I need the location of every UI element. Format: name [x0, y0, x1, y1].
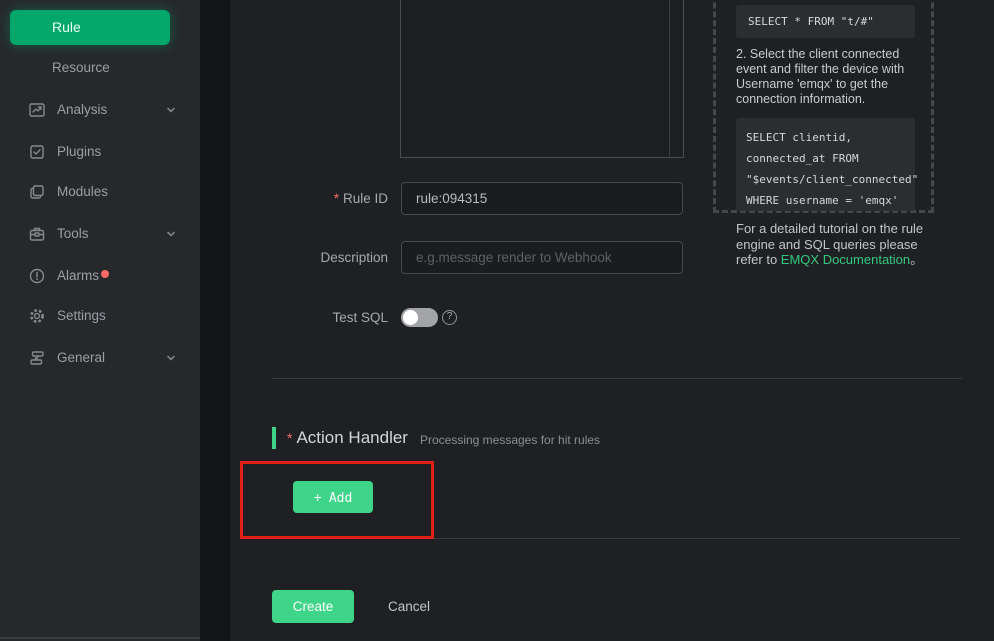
- sidebar-item-label: Settings: [57, 302, 106, 330]
- code-line: SELECT clientid,: [746, 127, 905, 148]
- sidebar-item-label: General: [57, 344, 105, 372]
- create-button[interactable]: Create: [272, 590, 354, 623]
- sidebar-item-settings[interactable]: Settings: [0, 302, 200, 330]
- stack-icon: [28, 349, 46, 367]
- code-line: "$events/client_connected": [746, 169, 905, 190]
- chevron-down-icon: [166, 353, 176, 363]
- sidebar-item-label: Analysis: [57, 96, 107, 124]
- sql-examples-panel: SELECT * FROM "t/#" 2. Select the client…: [713, 0, 934, 213]
- description-input[interactable]: [401, 241, 683, 274]
- sidebar-item-label: Modules: [57, 178, 108, 206]
- description-label: Description: [230, 241, 388, 274]
- sidebar-item-label: Tools: [57, 220, 89, 248]
- alarm-badge: [101, 270, 109, 278]
- test-sql-toggle[interactable]: [401, 308, 438, 327]
- gear-icon: [28, 307, 46, 325]
- action-handler-header: * Action Handler Processing messages for…: [272, 426, 600, 450]
- section-subtitle: Processing messages for hit rules: [420, 429, 600, 447]
- sidebar: Rule Resource Analysis Plugins Modules: [0, 0, 200, 641]
- emqx-documentation-link[interactable]: EMQX Documentation: [781, 252, 910, 267]
- section-title: Action Handler: [296, 428, 408, 448]
- chart-icon: [28, 101, 46, 119]
- sql-editor[interactable]: [400, 0, 684, 158]
- chevron-down-icon: [166, 105, 176, 115]
- copy-icon: [28, 183, 46, 201]
- test-sql-label: Test SQL: [230, 301, 388, 334]
- editor-scrollbar-track: [669, 0, 670, 157]
- toggle-knob: [403, 310, 418, 325]
- code-line: WHERE username = 'emqx': [746, 190, 905, 211]
- sidebar-item-plugins[interactable]: Plugins: [0, 138, 200, 166]
- required-mark: *: [334, 191, 339, 206]
- sidebar-item-modules[interactable]: Modules: [0, 178, 200, 206]
- sidebar-item-tools[interactable]: Tools: [0, 220, 200, 248]
- documentation-note: For a detailed tutorial on the rule engi…: [736, 221, 932, 268]
- checkbox-icon: [28, 143, 46, 161]
- sidebar-item-resource[interactable]: Resource: [0, 54, 200, 82]
- sidebar-item-analysis[interactable]: Analysis: [0, 96, 200, 124]
- plus-icon: +: [314, 489, 322, 505]
- rule-id-label: *Rule ID: [230, 182, 388, 215]
- sql-example-tip: 2. Select the client connected event and…: [736, 47, 920, 107]
- sql-example-event: SELECT clientid, connected_at FROM "$eve…: [736, 118, 915, 211]
- section-divider-bottom: [272, 538, 960, 539]
- sidebar-item-general[interactable]: General: [0, 344, 200, 372]
- required-mark: *: [287, 430, 292, 446]
- add-action-button[interactable]: +Add: [293, 481, 373, 513]
- sidebar-item-label: Resource: [52, 54, 110, 82]
- code-line: connected_at FROM: [746, 148, 905, 169]
- section-accent-bar: [272, 427, 276, 449]
- section-divider-top: [272, 378, 962, 379]
- rule-id-input[interactable]: [401, 182, 683, 215]
- toolbox-icon: [28, 225, 46, 243]
- sidebar-item-label: Rule: [52, 19, 81, 35]
- sql-example-basic: SELECT * FROM "t/#": [736, 5, 915, 38]
- sidebar-item-rule[interactable]: Rule: [10, 10, 170, 45]
- sidebar-gutter: [200, 0, 230, 641]
- sidebar-item-label: Plugins: [57, 138, 101, 166]
- cancel-button[interactable]: Cancel: [388, 590, 430, 623]
- warning-circle-icon: [28, 267, 46, 285]
- chevron-down-icon: [166, 229, 176, 239]
- sidebar-scrollbar[interactable]: [0, 637, 200, 639]
- create-rule-page: Rule Resource Analysis Plugins Modules: [0, 0, 994, 641]
- sidebar-item-label: Alarms: [57, 262, 99, 290]
- help-icon[interactable]: ?: [442, 310, 457, 325]
- sidebar-item-alarms[interactable]: Alarms: [0, 262, 200, 290]
